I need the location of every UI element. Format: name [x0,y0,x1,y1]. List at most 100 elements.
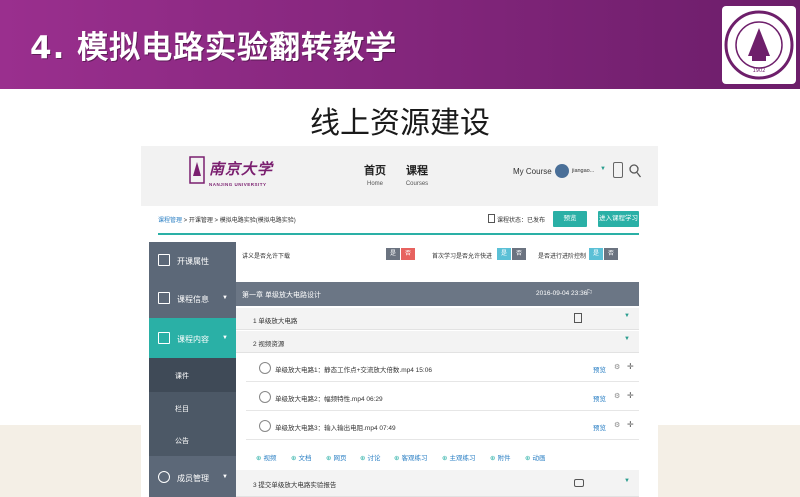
add-subjective-exercise-button[interactable]: ⊕ 主观练习 [442,452,475,462]
move-icon[interactable]: ✛ [627,362,634,371]
permission-download-label: 讲义是否允许下载 [242,254,291,260]
download-yes-toggle[interactable]: 是 [386,248,400,260]
document-icon[interactable] [574,313,582,323]
permission-fastforward-label: 首次学习是否允许快进 [432,254,493,260]
header-divider [158,233,639,235]
video-row[interactable]: 单级放大电路1：静态工作点+交流放大倍数.mp4 15:06 预览 ⚙ ✛ [246,355,639,382]
video-row[interactable]: 单级放大电路3：输入输出电阻.mp4 07:49 预览 ⚙ ✛ [246,413,639,440]
plus-icon: ⊕ [490,455,496,462]
preview-button[interactable]: 预览 [553,211,587,227]
sidebar: 开课属性 课程信息 ▼ 课程内容 ▼ 课件 栏目 公告 成员管理 ▼ [149,242,236,497]
course-status: 课程状态：已发布 [497,218,546,224]
plus-icon: ⊕ [525,455,531,462]
fastforward-no-toggle[interactable]: 否 [512,248,526,260]
sidebar-subitem-label: 栏目 [175,406,189,413]
section-row[interactable]: 1 单级放大电路 ▼ [236,308,639,330]
section-row[interactable]: 3 提交单级放大电路实验报告 ▼ [236,470,639,497]
sidebar-subitem-courseware[interactable]: 课件 [149,358,236,392]
slide-banner: 4. 模拟电路实验翻转教学 1902 [0,0,800,89]
comment-icon[interactable] [574,479,584,487]
university-logo[interactable]: 南京大学 NANJING UNIVERSITY [189,156,279,194]
search-icon[interactable] [629,164,641,178]
progress-no-toggle[interactable]: 否 [604,248,618,260]
breadcrumb-bar: 课程管理 > 开课管理 > 模拟电路实验(模拟电路实验) 课程状态：已发布 预览… [141,206,658,233]
chevron-down-icon[interactable]: ▼ [624,313,630,319]
avatar[interactable] [555,164,569,178]
download-no-toggle[interactable]: 否 [401,248,415,260]
add-resource-toolbar: ⊕ 视频 ⊕ 文档 ⊕ 网页 ⊕ 讨论 ⊕ 客观练习 ⊕ 主观练习 ⊕ 附件 ⊕ 动画 [246,447,639,467]
nav-home-sublabel: Home [366,181,383,187]
add-document-button[interactable]: ⊕ 文档 [291,452,311,462]
video-preview-link[interactable]: 预览 [593,364,606,374]
site-header: 南京大学 NANJING UNIVERSITY 首页 Home 课程 Cours… [141,146,658,206]
video-label: 单级放大电路1：静态工作点+交流放大倍数.mp4 15:06 [275,367,432,374]
add-attachment-label: 附件 [497,455,511,462]
add-discussion-label: 讨论 [367,455,381,462]
breadcrumb-root[interactable]: 课程管理 [158,218,182,224]
sidebar-subitem-announcements[interactable]: 公告 [149,424,236,456]
add-attachment-button[interactable]: ⊕ 附件 [490,452,510,462]
progress-yes-toggle[interactable]: 是 [589,248,603,260]
add-animation-button[interactable]: ⊕ 动画 [525,452,545,462]
move-icon[interactable]: ✛ [627,391,634,400]
section-row[interactable]: 2 视频资源 ▼ [236,331,639,353]
breadcrumb-path: > 开课管理 > 模拟电路实验(模拟电路实验) [182,218,296,224]
sidebar-subitem-columns[interactable]: 栏目 [149,392,236,424]
nav-courses[interactable]: 课程 Courses [397,162,437,187]
course-admin-screenshot: 南京大学 NANJING UNIVERSITY 首页 Home 课程 Cours… [141,146,658,497]
sidebar-item-course-properties[interactable]: 开课属性 [149,242,236,278]
add-webpage-button[interactable]: ⊕ 网页 [326,452,346,462]
nav-home-label: 首页 [364,165,386,177]
plus-icon: ⊕ [291,455,297,462]
slide-subtitle: 线上资源建设 [310,106,490,141]
add-discussion-button[interactable]: ⊕ 讨论 [360,452,380,462]
chevron-down-icon[interactable]: ▼ [624,478,630,484]
user-icon [158,471,170,483]
video-preview-link[interactable]: 预览 [593,422,606,432]
section-label: 3 提交单级放大电路实验报告 [253,482,337,489]
sidebar-item-label: 开课属性 [177,257,209,266]
plus-icon: ⊕ [360,455,366,462]
svg-text:1902: 1902 [753,68,766,74]
mobile-icon[interactable] [613,162,623,178]
chevron-down-icon: ▼ [222,295,228,301]
sidebar-item-label: 课程信息 [177,295,209,304]
gear-icon[interactable]: ⚙ [614,363,620,371]
video-preview-link[interactable]: 预览 [593,393,606,403]
add-video-button[interactable]: ⊕ 视频 [256,452,276,462]
nav-home[interactable]: 首页 Home [355,162,395,187]
sidebar-item-members[interactable]: 成员管理 ▼ [149,458,236,497]
nav-courses-label: 课程 [406,165,428,177]
add-objective-exercise-label: 客观练习 [401,455,428,462]
section-label: 1 单级放大电路 [253,318,298,325]
content-panel: 讲义是否允许下载 是 否 首次学习是否允许快进 是 否 是否进行进阶控制 是 否… [236,242,639,497]
fastforward-yes-toggle[interactable]: 是 [497,248,511,260]
book-icon [158,332,170,344]
lock-icon [488,214,495,223]
move-icon[interactable]: ✛ [627,420,634,429]
sidebar-item-course-info[interactable]: 课程信息 ▼ [149,278,236,318]
enter-course-button[interactable]: 进入课程学习 [598,211,639,227]
flag-icon[interactable]: ⚐ [586,288,593,297]
chevron-down-icon: ▼ [222,474,228,480]
chevron-down-icon: ▼ [222,335,228,341]
video-icon [259,391,271,403]
slide-title: 4. 模拟电路实验翻转教学 [30,30,398,66]
permission-settings: 讲义是否允许下载 是 否 首次学习是否允许快进 是 否 是否进行进阶控制 是 否 [236,242,639,269]
university-seal-icon: 1902 [722,6,796,84]
add-objective-exercise-button[interactable]: ⊕ 客观练习 [394,452,427,462]
gear-icon[interactable]: ⚙ [614,392,620,400]
chapter-header[interactable]: 第一章 单级放大电路设计 2016-09-04 23:36 ⚐ [236,282,639,306]
my-course-link[interactable]: My Course [513,167,552,176]
sidebar-item-course-content[interactable]: 课程内容 ▼ [149,318,236,358]
sidebar-subitem-label: 公告 [175,438,189,445]
chapter-date: 2016-09-04 23:36 [536,290,588,297]
gear-icon[interactable]: ⚙ [614,421,620,429]
chevron-down-icon[interactable]: ▼ [600,166,606,172]
add-video-label: 视频 [263,455,277,462]
video-row[interactable]: 单级放大电路2：幅频特性.mp4 06:29 预览 ⚙ ✛ [246,384,639,411]
video-icon [259,362,271,374]
chevron-down-icon[interactable]: ▼ [624,336,630,342]
user-name[interactable]: jiangao... [572,168,594,174]
nav-courses-sublabel: Courses [405,181,429,187]
